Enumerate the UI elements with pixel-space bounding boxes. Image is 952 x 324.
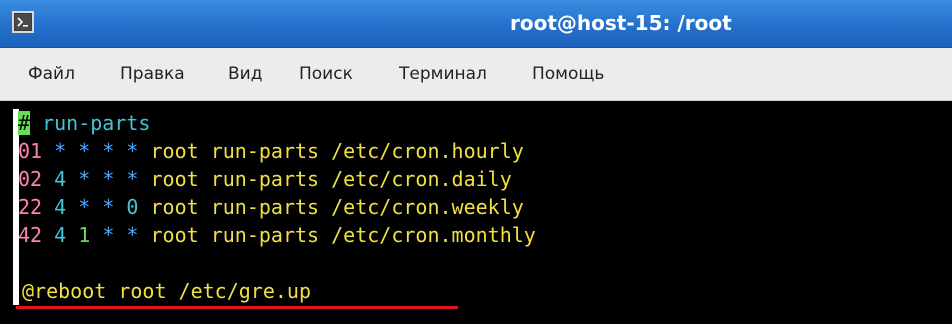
terminal-icon[interactable]	[12, 11, 34, 33]
cron-hour: *	[54, 139, 67, 163]
cron-day-of-month: *	[78, 195, 91, 219]
cron-month: *	[102, 223, 115, 247]
cron-hour: 4	[54, 195, 67, 219]
comment-hash: #	[18, 111, 31, 135]
cron-minute: 42	[18, 223, 43, 247]
reboot-line: @reboot root /etc/gre.up	[22, 277, 311, 305]
cron-day-of-month: *	[78, 167, 91, 191]
window-titlebar[interactable]: root@host-15: /root	[0, 0, 952, 48]
cron-day-of-month: *	[78, 139, 91, 163]
reboot-command: @reboot root /etc/gre.up	[22, 279, 311, 303]
cron-day-of-week: *	[126, 167, 139, 191]
cron-command: root run-parts /etc/cron.monthly	[150, 223, 536, 247]
cron-hour: 4	[54, 167, 67, 191]
menu-bar: Файл Правка Вид Поиск Терминал Помощь	[0, 48, 952, 101]
cron-day-of-week: *	[126, 223, 139, 247]
menu-edit[interactable]: Правка	[120, 64, 185, 84]
menu-view[interactable]: Вид	[228, 64, 262, 84]
cron-line: 02 4 * * * root run-parts /etc/cron.dail…	[18, 165, 512, 193]
cron-month: *	[102, 195, 115, 219]
cron-day-of-month: 1	[78, 223, 91, 247]
cron-day-of-week: 0	[126, 195, 139, 219]
window-title: root@host-15: /root	[510, 11, 732, 35]
menu-search[interactable]: Поиск	[299, 64, 353, 84]
terminal-window: root@host-15: /root Файл Правка Вид Поис…	[0, 0, 952, 324]
cron-minute: 01	[18, 139, 43, 163]
menu-terminal[interactable]: Терминал	[399, 64, 487, 84]
cron-minute: 22	[18, 195, 43, 219]
cron-command: root run-parts /etc/cron.daily	[150, 167, 512, 191]
cron-hour: 4	[54, 223, 67, 247]
menu-file[interactable]: Файл	[28, 64, 75, 84]
cron-month: *	[102, 167, 115, 191]
cron-minute: 02	[18, 167, 43, 191]
cron-day-of-week: *	[126, 139, 139, 163]
cron-line: 42 4 1 * * root run-parts /etc/cron.mont…	[18, 221, 536, 249]
highlight-underline	[16, 306, 458, 309]
line-marker	[13, 277, 19, 305]
cron-month: *	[102, 139, 115, 163]
terminal-output[interactable]: # run-parts 01 * * * * root run-parts /e…	[0, 101, 952, 324]
cron-command: root run-parts /etc/cron.weekly	[150, 195, 524, 219]
cron-command: root run-parts /etc/cron.hourly	[150, 139, 524, 163]
terminal-line: # run-parts	[18, 109, 150, 137]
cron-line: 22 4 * * 0 root run-parts /etc/cron.week…	[18, 193, 524, 221]
line-marker	[13, 249, 19, 277]
menu-help[interactable]: Помощь	[532, 64, 604, 84]
comment-text: run-parts	[30, 111, 151, 135]
cron-line: 01 * * * * root run-parts /etc/cron.hour…	[18, 137, 524, 165]
